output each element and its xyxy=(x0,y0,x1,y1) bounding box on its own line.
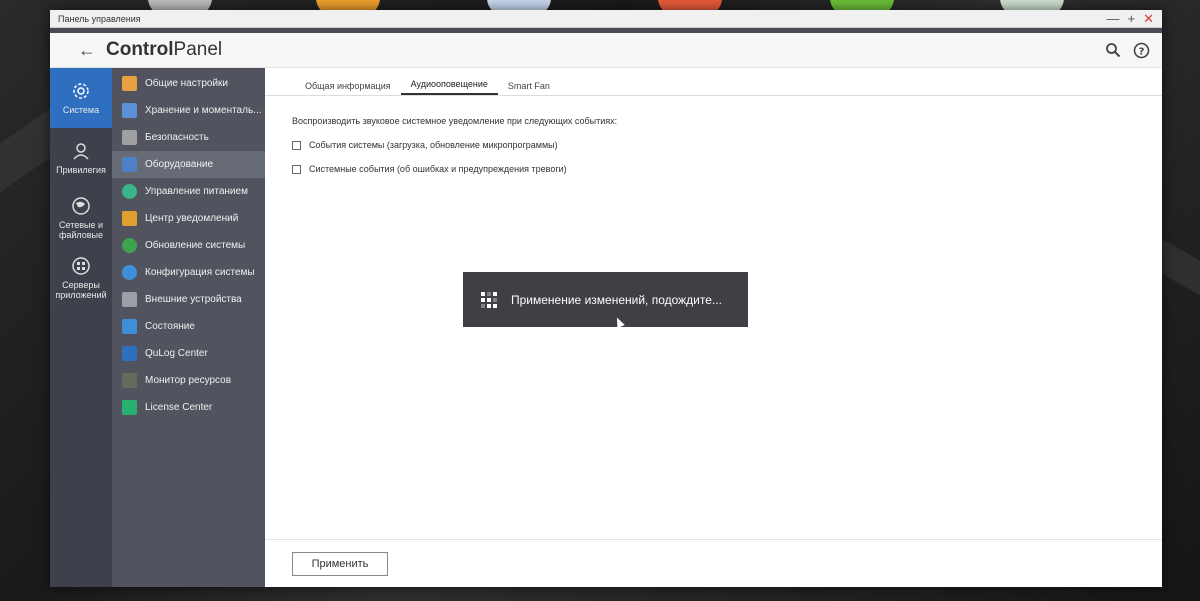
rail-item-app-servers[interactable]: Серверы приложений xyxy=(50,248,112,308)
gear-icon xyxy=(73,83,89,99)
subnav-item-status[interactable]: Состояние xyxy=(112,313,265,340)
globe-icon xyxy=(72,197,90,215)
window-controls: — + ✕ xyxy=(1107,12,1155,25)
subnav-list: Общие настройки Хранение и моменталь... … xyxy=(112,68,265,587)
subnav-label: QuLog Center xyxy=(145,348,208,359)
main-area: Система Привилегия Сетевые и файловые Се… xyxy=(50,68,1162,587)
subnav-label: Управление питанием xyxy=(145,186,248,197)
audio-alert-pane: Воспроизводить звуковое системное уведом… xyxy=(265,96,1162,174)
tab-audio-alert[interactable]: Аудиооповещение xyxy=(400,79,498,95)
window-titlebar[interactable]: Панель управления — + ✕ xyxy=(50,10,1162,28)
rail-label: Привилегия xyxy=(56,165,106,175)
brand-light: Panel xyxy=(173,39,223,60)
brand-bold: Control xyxy=(106,39,174,60)
content-footer: Применить xyxy=(265,539,1162,587)
content-panel: Общая информация Аудиооповещение Smart F… xyxy=(265,68,1162,587)
subnav-label: Конфигурация системы xyxy=(145,267,255,278)
apply-button[interactable]: Применить xyxy=(292,551,388,576)
log-icon xyxy=(122,346,137,361)
search-icon[interactable] xyxy=(1104,41,1122,59)
rail-item-network[interactable]: Сетевые и файловые xyxy=(50,188,112,248)
category-rail: Система Привилегия Сетевые и файловые Се… xyxy=(50,68,112,587)
rail-label: Сетевые и файловые xyxy=(58,220,104,240)
rail-item-privilege[interactable]: Привилегия xyxy=(50,128,112,188)
subnav-label: Внешние устройства xyxy=(145,294,242,305)
subnav-item-notifications[interactable]: Центр уведомлений xyxy=(112,205,265,232)
subnav-label: Общие настройки xyxy=(145,78,228,89)
rail-label: Система xyxy=(62,105,100,115)
checkbox[interactable] xyxy=(292,164,301,174)
monitor-icon xyxy=(122,319,137,334)
subnav-item-external[interactable]: Внешние устройства xyxy=(112,286,265,313)
subnav-label: License Center xyxy=(145,402,213,413)
hardware-icon xyxy=(122,157,137,172)
option-label: Системные события (об ошибках и предупре… xyxy=(309,164,567,174)
rail-label: Серверы приложений xyxy=(55,280,107,300)
rail-item-system[interactable]: Система xyxy=(50,68,112,128)
subnav-label: Оборудование xyxy=(145,159,214,170)
window-title: Панель управления xyxy=(58,13,141,24)
subnav-item-license[interactable]: License Center xyxy=(112,394,265,421)
option-label: События системы (загрузка, обновление ми… xyxy=(309,140,558,150)
minimize-button[interactable]: — xyxy=(1107,12,1120,25)
power-icon xyxy=(122,184,137,199)
tab-smart-fan[interactable]: Smart Fan xyxy=(498,81,560,95)
apps-icon xyxy=(72,257,90,275)
subnav-item-config[interactable]: Конфигурация системы xyxy=(112,259,265,286)
subnav-item-hardware[interactable]: Оборудование xyxy=(112,151,265,178)
subnav-label: Состояние xyxy=(145,321,195,332)
checkbox[interactable] xyxy=(292,140,301,150)
notification-icon xyxy=(122,211,137,226)
chart-icon xyxy=(122,373,137,388)
option-system-events[interactable]: События системы (загрузка, обновление ми… xyxy=(292,140,1162,150)
subnav-item-general[interactable]: Общие настройки xyxy=(112,70,265,97)
subnav-label: Безопасность xyxy=(145,132,209,143)
applying-changes-toast: Применение изменений, подождите... xyxy=(463,272,748,327)
close-button[interactable]: ✕ xyxy=(1143,12,1154,25)
update-icon xyxy=(122,238,137,253)
user-icon xyxy=(73,143,89,160)
back-arrow-icon[interactable]: ← xyxy=(78,40,96,61)
subnav-label: Обновление системы xyxy=(145,240,246,251)
storage-icon xyxy=(122,103,137,118)
pane-description: Воспроизводить звуковое системное уведом… xyxy=(292,116,618,126)
settings-icon xyxy=(122,76,137,91)
help-icon[interactable]: ? xyxy=(1132,41,1150,59)
subnav-item-storage[interactable]: Хранение и моменталь... xyxy=(112,97,265,124)
toast-message: Применение изменений, подождите... xyxy=(511,292,722,307)
app-header: ← ControlPanel ? xyxy=(50,33,1162,68)
subnav-label: Хранение и моменталь... xyxy=(145,105,262,116)
option-error-events[interactable]: Системные события (об ошибках и предупре… xyxy=(292,164,1162,174)
app-brand: ControlPanel xyxy=(106,39,222,61)
tab-bar: Общая информация Аудиооповещение Smart F… xyxy=(265,68,1162,96)
header-tools: ? xyxy=(1104,41,1150,59)
subnav-item-security[interactable]: Безопасность xyxy=(112,124,265,151)
subnav-item-power[interactable]: Управление питанием xyxy=(112,178,265,205)
subnav-item-update[interactable]: Обновление системы xyxy=(112,232,265,259)
tab-general-info[interactable]: Общая информация xyxy=(295,81,401,95)
lock-icon xyxy=(122,130,137,145)
subnav-item-resource-monitor[interactable]: Монитор ресурсов xyxy=(112,367,265,394)
loading-icon xyxy=(481,291,497,308)
device-icon xyxy=(122,292,137,307)
subnav-label: Центр уведомлений xyxy=(145,213,239,224)
subnav-label: Монитор ресурсов xyxy=(145,375,232,386)
maximize-button[interactable]: + xyxy=(1128,12,1136,25)
svg-text:?: ? xyxy=(1138,46,1144,57)
subnav-item-qulog[interactable]: QuLog Center xyxy=(112,340,265,367)
config-icon xyxy=(122,265,137,280)
license-icon xyxy=(122,400,137,415)
